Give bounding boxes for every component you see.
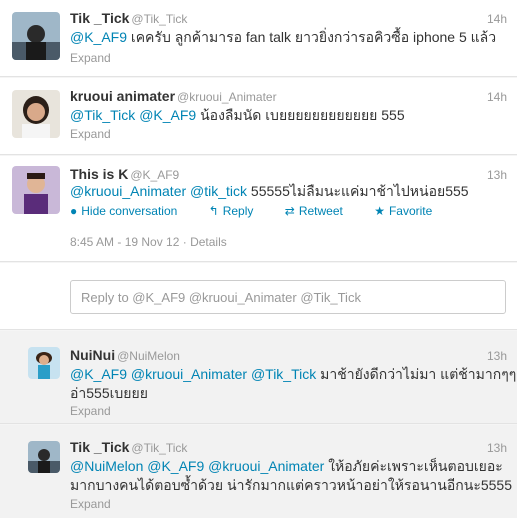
tweet-handle[interactable]: @NuiMelon	[117, 349, 180, 363]
reply-arrow-icon: ↰	[208, 204, 219, 218]
reply-button[interactable]: ↰ Reply	[209, 204, 268, 218]
tweet-item-expanded[interactable]: This is K @K_AF9 13h @kruoui_Animater @ti…	[0, 156, 517, 262]
reply-input[interactable]: Reply to @K_AF9 @kruoui_Animater @Tik_Ti…	[70, 280, 506, 314]
mention-link[interactable]: @kruoui_Animater	[208, 458, 324, 474]
speech-bubble-icon: ●	[70, 204, 78, 218]
tweet-time[interactable]: 14h	[487, 12, 507, 26]
mention-link[interactable]: @Tik_Tick	[251, 366, 316, 382]
tweet-author[interactable]: NuiNui @NuiMelon	[70, 347, 180, 363]
tweet-time[interactable]: 13h	[487, 441, 507, 455]
mention-link[interactable]: @tik_tick	[190, 183, 247, 199]
retweet-button[interactable]: ⇄ Retweet	[285, 204, 357, 218]
tweet-handle[interactable]: @Tik_Tick	[131, 12, 187, 26]
reply-item[interactable]: Tik _Tick @Tik_Tick 13h @NuiMelon @K_AF9 …	[0, 425, 517, 518]
mention-link[interactable]: @K_AF9	[139, 107, 196, 123]
tweet-handle[interactable]: @kruoui_Animater	[177, 90, 277, 104]
mention-link[interactable]: @K_AF9	[70, 366, 127, 382]
avatar[interactable]	[12, 166, 60, 214]
tweet-handle[interactable]: @K_AF9	[130, 168, 179, 182]
tweet-author[interactable]: This is K @K_AF9	[70, 166, 179, 182]
expand-link[interactable]: Expand	[70, 51, 111, 65]
retweet-icon: ⇄	[284, 204, 295, 218]
tweet-author[interactable]: Tik _Tick @Tik_Tick	[70, 439, 187, 455]
tweet-actions: ● Hide conversation ↰ Reply ⇄ Retweet ★ Favo…	[70, 204, 460, 218]
tweet-item[interactable]: kruoui animater @kruoui_Animater 14h @Tik…	[0, 78, 517, 155]
expand-link[interactable]: Expand	[70, 404, 111, 418]
mention-link[interactable]: @K_AF9	[147, 458, 204, 474]
tweet-text: @kruoui_Animater @tik_tick 55555ไม่ลืมนะ…	[70, 183, 469, 199]
mention-link[interactable]: @kruoui_Animater	[70, 183, 186, 199]
avatar[interactable]	[28, 347, 60, 379]
tweet-time[interactable]: 13h	[487, 168, 507, 182]
mention-link[interactable]: @Tik_Tick	[70, 107, 135, 123]
tweet-text: @K_AF9 @kruoui_Animater @Tik_Tick มาช้าย…	[70, 366, 517, 401]
tweet-item[interactable]: Tik _Tick @Tik_Tick 14h @K_AF9 เคครับ ลูก…	[0, 0, 517, 77]
star-icon: ★	[374, 204, 385, 218]
tweet-time[interactable]: 13h	[487, 349, 507, 363]
mention-link[interactable]: @kruoui_Animater	[131, 366, 247, 382]
tweet-timestamp[interactable]: 8:45 AM - 19 Nov 12	[70, 235, 179, 249]
avatar[interactable]	[12, 12, 60, 60]
mention-link[interactable]: @NuiMelon	[70, 458, 143, 474]
hide-conversation-button[interactable]: ● Hide conversation	[70, 204, 191, 218]
tweet-author[interactable]: kruoui animater @kruoui_Animater	[70, 88, 277, 104]
tweet-time[interactable]: 14h	[487, 90, 507, 104]
tweet-author[interactable]: Tik _Tick @Tik_Tick	[70, 10, 187, 26]
reply-item[interactable]: NuiNui @NuiMelon 13h @K_AF9 @kruoui_Anima…	[0, 331, 517, 424]
expand-link[interactable]: Expand	[70, 127, 111, 141]
tweet-text: @K_AF9 เคครับ ลูกค้ามารอ fan talk ยาวยิ่…	[70, 29, 497, 45]
favorite-button[interactable]: ★ Favorite	[374, 204, 446, 218]
tweet-handle[interactable]: @Tik_Tick	[131, 441, 187, 455]
tweet-text: @Tik_Tick @K_AF9 น้องลืมนัด เบยยยยยยยยยย…	[70, 107, 405, 123]
avatar[interactable]	[28, 441, 60, 473]
avatar[interactable]	[12, 90, 60, 138]
expand-link[interactable]: Expand	[70, 497, 111, 511]
tweet-text: @NuiMelon @K_AF9 @kruoui_Animater ให้อภั…	[70, 458, 512, 493]
mention-link[interactable]: @K_AF9	[70, 29, 127, 45]
details-link[interactable]: Details	[190, 235, 227, 249]
tweet-timestamp-line: 8:45 AM - 19 Nov 12 · Details	[70, 235, 227, 249]
